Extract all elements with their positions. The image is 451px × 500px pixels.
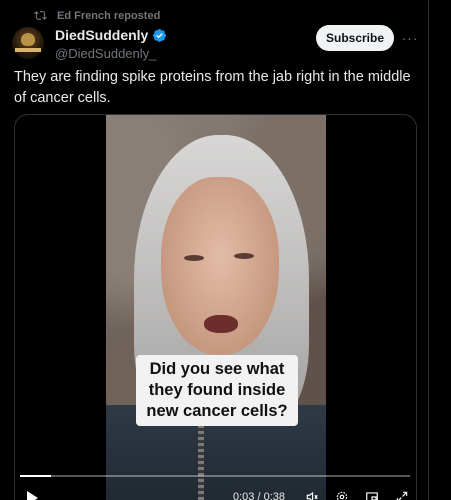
tweet-text: They are finding spike proteins from the… <box>14 69 411 106</box>
video-caption: Did you see what they found inside new c… <box>136 355 298 426</box>
volume-icon[interactable] <box>305 490 319 500</box>
repost-icon <box>34 11 47 20</box>
play-icon[interactable] <box>27 491 38 500</box>
author-handle[interactable]: @DiedSuddenly_ <box>55 46 167 61</box>
author-info: DiedSuddenly @DiedSuddenly_ <box>55 27 167 61</box>
avatar-banner <box>15 48 41 52</box>
author-name-row[interactable]: DiedSuddenly <box>55 27 167 43</box>
video-time: 0:03 / 0:38 <box>233 491 285 500</box>
picture-in-picture-icon[interactable] <box>365 490 379 500</box>
expand-icon[interactable] <box>395 490 409 500</box>
video-player[interactable]: Did you see what they found inside new c… <box>14 114 417 500</box>
more-icon[interactable]: ··· <box>400 28 420 48</box>
subscribe-button[interactable]: Subscribe <box>316 25 394 51</box>
avatar-skull-graphic <box>21 33 35 46</box>
video-progress-fill <box>20 475 52 477</box>
person-eye-left <box>184 255 204 261</box>
repost-text: Ed French reposted <box>57 9 161 22</box>
avatar[interactable] <box>12 27 44 59</box>
right-border <box>428 0 451 500</box>
video-controls: 0:03 / 0:38 <box>15 483 416 500</box>
author-display-name[interactable]: DiedSuddenly <box>55 27 148 43</box>
video-frame[interactable]: Did you see what they found inside new c… <box>106 115 326 500</box>
repost-indicator[interactable]: Ed French reposted <box>34 9 160 22</box>
settings-icon[interactable] <box>335 490 349 500</box>
verified-badge-icon <box>153 28 167 42</box>
video-progress-bar[interactable] <box>20 475 410 477</box>
person-eye-right <box>234 253 254 259</box>
person-mouth <box>204 315 238 333</box>
